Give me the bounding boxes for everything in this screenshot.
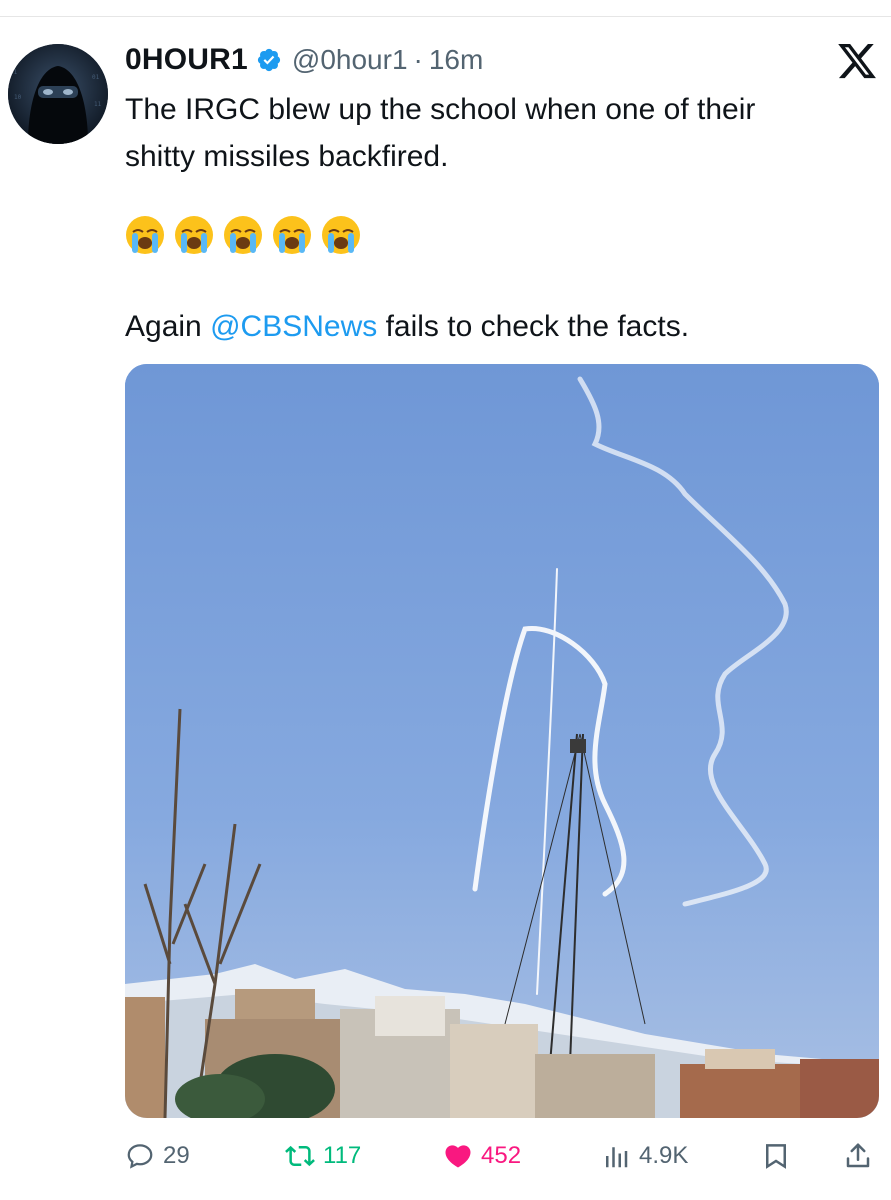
retweet-icon bbox=[285, 1145, 315, 1167]
tweet-line-1: The IRGC blew up the school when one of … bbox=[125, 93, 756, 126]
tweet-line-3: Again @CBSNews fails to check the facts. bbox=[125, 303, 689, 350]
share-icon bbox=[846, 1143, 870, 1168]
like-count: 452 bbox=[481, 1142, 522, 1169]
tweet-body: The IRGC blew up the school when one of … bbox=[125, 86, 855, 180]
tweet-photo[interactable] bbox=[125, 364, 879, 1118]
heart-icon bbox=[445, 1145, 471, 1168]
share-button[interactable] bbox=[843, 1136, 873, 1176]
top-divider bbox=[0, 16, 891, 17]
verified-badge-icon bbox=[257, 48, 281, 72]
svg-text:01: 01 bbox=[10, 69, 18, 76]
x-logo-icon[interactable] bbox=[836, 40, 878, 82]
view-count: 4.9K bbox=[639, 1142, 689, 1169]
reply-icon bbox=[127, 1144, 153, 1169]
action-bar: 29 117 452 4.9K bbox=[125, 1136, 879, 1176]
loudly-crying-face-icon bbox=[322, 216, 360, 254]
separator-dot: · bbox=[413, 44, 423, 75]
svg-text:10: 10 bbox=[14, 94, 22, 101]
emoji-row bbox=[125, 215, 361, 259]
reply-button[interactable]: 29 bbox=[125, 1136, 190, 1176]
tweet-text-before-mention: Again bbox=[125, 310, 211, 343]
svg-text:01: 01 bbox=[92, 74, 100, 81]
views-button[interactable]: 4.9K bbox=[601, 1136, 688, 1176]
bookmark-icon bbox=[766, 1144, 786, 1169]
author-name[interactable]: 0HOUR1 bbox=[125, 43, 248, 77]
views-icon bbox=[606, 1147, 628, 1168]
bookmark-button[interactable] bbox=[761, 1136, 791, 1176]
avatar[interactable]: 01 10 01 11 bbox=[8, 44, 108, 144]
loudly-crying-face-icon bbox=[224, 216, 262, 254]
loudly-crying-face-icon bbox=[126, 216, 164, 254]
timestamp[interactable]: 16m bbox=[429, 44, 483, 76]
author-handle[interactable]: @0hour1 bbox=[292, 44, 408, 76]
loudly-crying-face-icon bbox=[273, 216, 311, 254]
loudly-crying-face-icon bbox=[175, 216, 213, 254]
retweet-button[interactable]: 117 bbox=[285, 1136, 361, 1176]
tweet-header: 0HOUR1 @0hour1 · 16m bbox=[125, 40, 483, 80]
retweet-count: 117 bbox=[323, 1142, 362, 1169]
svg-text:11: 11 bbox=[94, 101, 102, 108]
tweet-text-after-mention: fails to check the facts. bbox=[377, 310, 690, 343]
mention-link[interactable]: @CBSNews bbox=[210, 310, 377, 343]
like-button[interactable]: 452 bbox=[443, 1136, 521, 1176]
tweet-line-2: shitty missiles backfired. bbox=[125, 140, 449, 173]
reply-count: 29 bbox=[163, 1142, 190, 1169]
